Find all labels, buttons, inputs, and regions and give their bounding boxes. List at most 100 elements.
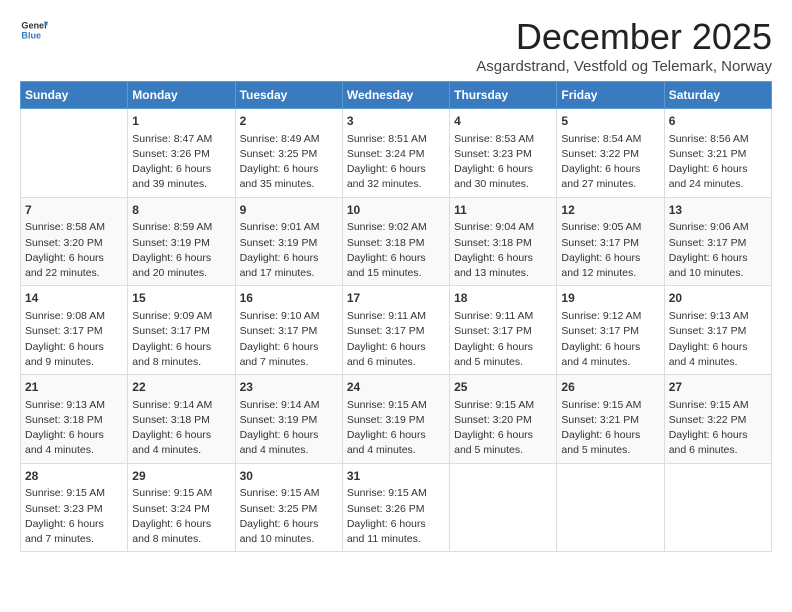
day-cell: 7Sunrise: 8:58 AMSunset: 3:20 PMDaylight… <box>21 197 128 286</box>
day-cell: 27Sunrise: 9:15 AMSunset: 3:22 PMDayligh… <box>664 375 771 464</box>
day-info: Sunrise: 9:13 AMSunset: 3:17 PMDaylight:… <box>669 309 767 370</box>
day-number: 22 <box>132 379 230 396</box>
day-info: Sunrise: 8:49 AMSunset: 3:25 PMDaylight:… <box>240 132 338 193</box>
day-cell: 5 Sunrise: 8:54 AMSunset: 3:22 PMDaylight… <box>557 109 664 198</box>
day-info: Sunrise: 9:15 AMSunset: 3:23 PMDaylight:… <box>25 486 123 547</box>
day-number: 28 <box>25 468 123 485</box>
day-number: 18 <box>454 290 552 307</box>
day-cell: 20 Sunrise: 9:13 AMSunset: 3:17 PMDayligh… <box>664 286 771 375</box>
day-cell: 15 Sunrise: 9:09 AMSunset: 3:17 PMDayligh… <box>128 286 235 375</box>
day-info: Sunrise: 8:54 AMSunset: 3:22 PMDaylight:… <box>561 132 659 193</box>
day-info: Sunrise: 9:15 AMSunset: 3:21 PMDaylight:… <box>561 398 659 459</box>
day-info: Sunrise: 9:14 AMSunset: 3:19 PMDaylight:… <box>240 398 338 459</box>
week-row-5: 28Sunrise: 9:15 AMSunset: 3:23 PMDayligh… <box>21 463 772 552</box>
day-cell: 3Sunrise: 8:51 AMSunset: 3:24 PMDaylight… <box>342 109 449 198</box>
logo: General Blue <box>20 16 48 44</box>
day-cell: 21 Sunrise: 9:13 AMSunset: 3:18 PMDayligh… <box>21 375 128 464</box>
day-cell: 1 Sunrise: 8:47 AMSunset: 3:26 PMDaylight… <box>128 109 235 198</box>
day-cell: 10Sunrise: 9:02 AMSunset: 3:18 PMDayligh… <box>342 197 449 286</box>
day-number: 9 <box>240 202 338 219</box>
day-cell: 11Sunrise: 9:04 AMSunset: 3:18 PMDayligh… <box>450 197 557 286</box>
day-info: Sunrise: 9:02 AMSunset: 3:18 PMDaylight:… <box>347 220 445 281</box>
day-number: 13 <box>669 202 767 219</box>
day-number: 21 <box>25 379 123 396</box>
day-number: 5 <box>561 113 659 130</box>
day-cell: 14 Sunrise: 9:08 AMSunset: 3:17 PMDayligh… <box>21 286 128 375</box>
day-number: 23 <box>240 379 338 396</box>
day-number: 14 <box>25 290 123 307</box>
main-title: December 2025 <box>476 16 772 58</box>
week-row-2: 7Sunrise: 8:58 AMSunset: 3:20 PMDaylight… <box>21 197 772 286</box>
day-cell: 12Sunrise: 9:05 AMSunset: 3:17 PMDayligh… <box>557 197 664 286</box>
day-cell <box>557 463 664 552</box>
day-info: Sunrise: 8:59 AMSunset: 3:19 PMDaylight:… <box>132 220 230 281</box>
day-info: Sunrise: 9:15 AMSunset: 3:22 PMDaylight:… <box>669 398 767 459</box>
day-number: 1 <box>132 113 230 130</box>
day-number: 2 <box>240 113 338 130</box>
day-cell: 24Sunrise: 9:15 AMSunset: 3:19 PMDayligh… <box>342 375 449 464</box>
day-info: Sunrise: 9:15 AMSunset: 3:24 PMDaylight:… <box>132 486 230 547</box>
day-cell: 29Sunrise: 9:15 AMSunset: 3:24 PMDayligh… <box>128 463 235 552</box>
day-cell: 31Sunrise: 9:15 AMSunset: 3:26 PMDayligh… <box>342 463 449 552</box>
col-header-monday: Monday <box>128 82 235 109</box>
day-number: 16 <box>240 290 338 307</box>
day-info: Sunrise: 8:53 AMSunset: 3:23 PMDaylight:… <box>454 132 552 193</box>
day-number: 19 <box>561 290 659 307</box>
day-number: 25 <box>454 379 552 396</box>
day-number: 8 <box>132 202 230 219</box>
day-cell: 16 Sunrise: 9:10 AMSunset: 3:17 PMDayligh… <box>235 286 342 375</box>
day-number: 30 <box>240 468 338 485</box>
day-info: Sunrise: 9:10 AMSunset: 3:17 PMDaylight:… <box>240 309 338 370</box>
day-number: 11 <box>454 202 552 219</box>
day-number: 4 <box>454 113 552 130</box>
day-number: 6 <box>669 113 767 130</box>
day-info: Sunrise: 8:47 AMSunset: 3:26 PMDaylight:… <box>132 132 230 193</box>
day-info: Sunrise: 9:09 AMSunset: 3:17 PMDaylight:… <box>132 309 230 370</box>
subtitle: Asgardstrand, Vestfold og Telemark, Norw… <box>476 58 772 75</box>
day-info: Sunrise: 9:15 AMSunset: 3:20 PMDaylight:… <box>454 398 552 459</box>
day-number: 7 <box>25 202 123 219</box>
day-info: Sunrise: 9:12 AMSunset: 3:17 PMDaylight:… <box>561 309 659 370</box>
day-number: 20 <box>669 290 767 307</box>
day-cell <box>21 109 128 198</box>
week-row-3: 14 Sunrise: 9:08 AMSunset: 3:17 PMDayligh… <box>21 286 772 375</box>
col-header-friday: Friday <box>557 82 664 109</box>
day-cell: 8Sunrise: 8:59 AMSunset: 3:19 PMDaylight… <box>128 197 235 286</box>
day-info: Sunrise: 9:08 AMSunset: 3:17 PMDaylight:… <box>25 309 123 370</box>
day-info: Sunrise: 9:01 AMSunset: 3:19 PMDaylight:… <box>240 220 338 281</box>
day-cell: 25 Sunrise: 9:15 AMSunset: 3:20 PMDayligh… <box>450 375 557 464</box>
day-cell: 18 Sunrise: 9:11 AMSunset: 3:17 PMDayligh… <box>450 286 557 375</box>
day-number: 10 <box>347 202 445 219</box>
week-row-4: 21 Sunrise: 9:13 AMSunset: 3:18 PMDayligh… <box>21 375 772 464</box>
day-info: Sunrise: 9:05 AMSunset: 3:17 PMDaylight:… <box>561 220 659 281</box>
logo-icon: General Blue <box>20 16 48 44</box>
day-info: Sunrise: 8:58 AMSunset: 3:20 PMDaylight:… <box>25 220 123 281</box>
col-header-thursday: Thursday <box>450 82 557 109</box>
col-header-wednesday: Wednesday <box>342 82 449 109</box>
day-info: Sunrise: 9:13 AMSunset: 3:18 PMDaylight:… <box>25 398 123 459</box>
day-cell: 26 Sunrise: 9:15 AMSunset: 3:21 PMDayligh… <box>557 375 664 464</box>
day-info: Sunrise: 9:11 AMSunset: 3:17 PMDaylight:… <box>454 309 552 370</box>
day-cell: 4 Sunrise: 8:53 AMSunset: 3:23 PMDaylight… <box>450 109 557 198</box>
day-info: Sunrise: 9:15 AMSunset: 3:26 PMDaylight:… <box>347 486 445 547</box>
day-cell: 17 Sunrise: 9:11 AMSunset: 3:17 PMDayligh… <box>342 286 449 375</box>
day-info: Sunrise: 9:06 AMSunset: 3:17 PMDaylight:… <box>669 220 767 281</box>
title-area: December 2025 Asgardstrand, Vestfold og … <box>476 16 772 75</box>
header-row: SundayMondayTuesdayWednesdayThursdayFrid… <box>21 82 772 109</box>
day-info: Sunrise: 9:11 AMSunset: 3:17 PMDaylight:… <box>347 309 445 370</box>
day-cell: 30Sunrise: 9:15 AMSunset: 3:25 PMDayligh… <box>235 463 342 552</box>
day-cell: 19 Sunrise: 9:12 AMSunset: 3:17 PMDayligh… <box>557 286 664 375</box>
day-number: 12 <box>561 202 659 219</box>
day-number: 17 <box>347 290 445 307</box>
day-cell: 6Sunrise: 8:56 AMSunset: 3:21 PMDaylight… <box>664 109 771 198</box>
day-info: Sunrise: 9:15 AMSunset: 3:25 PMDaylight:… <box>240 486 338 547</box>
day-number: 15 <box>132 290 230 307</box>
day-cell <box>664 463 771 552</box>
col-header-sunday: Sunday <box>21 82 128 109</box>
col-header-tuesday: Tuesday <box>235 82 342 109</box>
day-number: 26 <box>561 379 659 396</box>
day-info: Sunrise: 9:04 AMSunset: 3:18 PMDaylight:… <box>454 220 552 281</box>
day-info: Sunrise: 9:14 AMSunset: 3:18 PMDaylight:… <box>132 398 230 459</box>
day-cell: 23 Sunrise: 9:14 AMSunset: 3:19 PMDayligh… <box>235 375 342 464</box>
day-cell: 9Sunrise: 9:01 AMSunset: 3:19 PMDaylight… <box>235 197 342 286</box>
